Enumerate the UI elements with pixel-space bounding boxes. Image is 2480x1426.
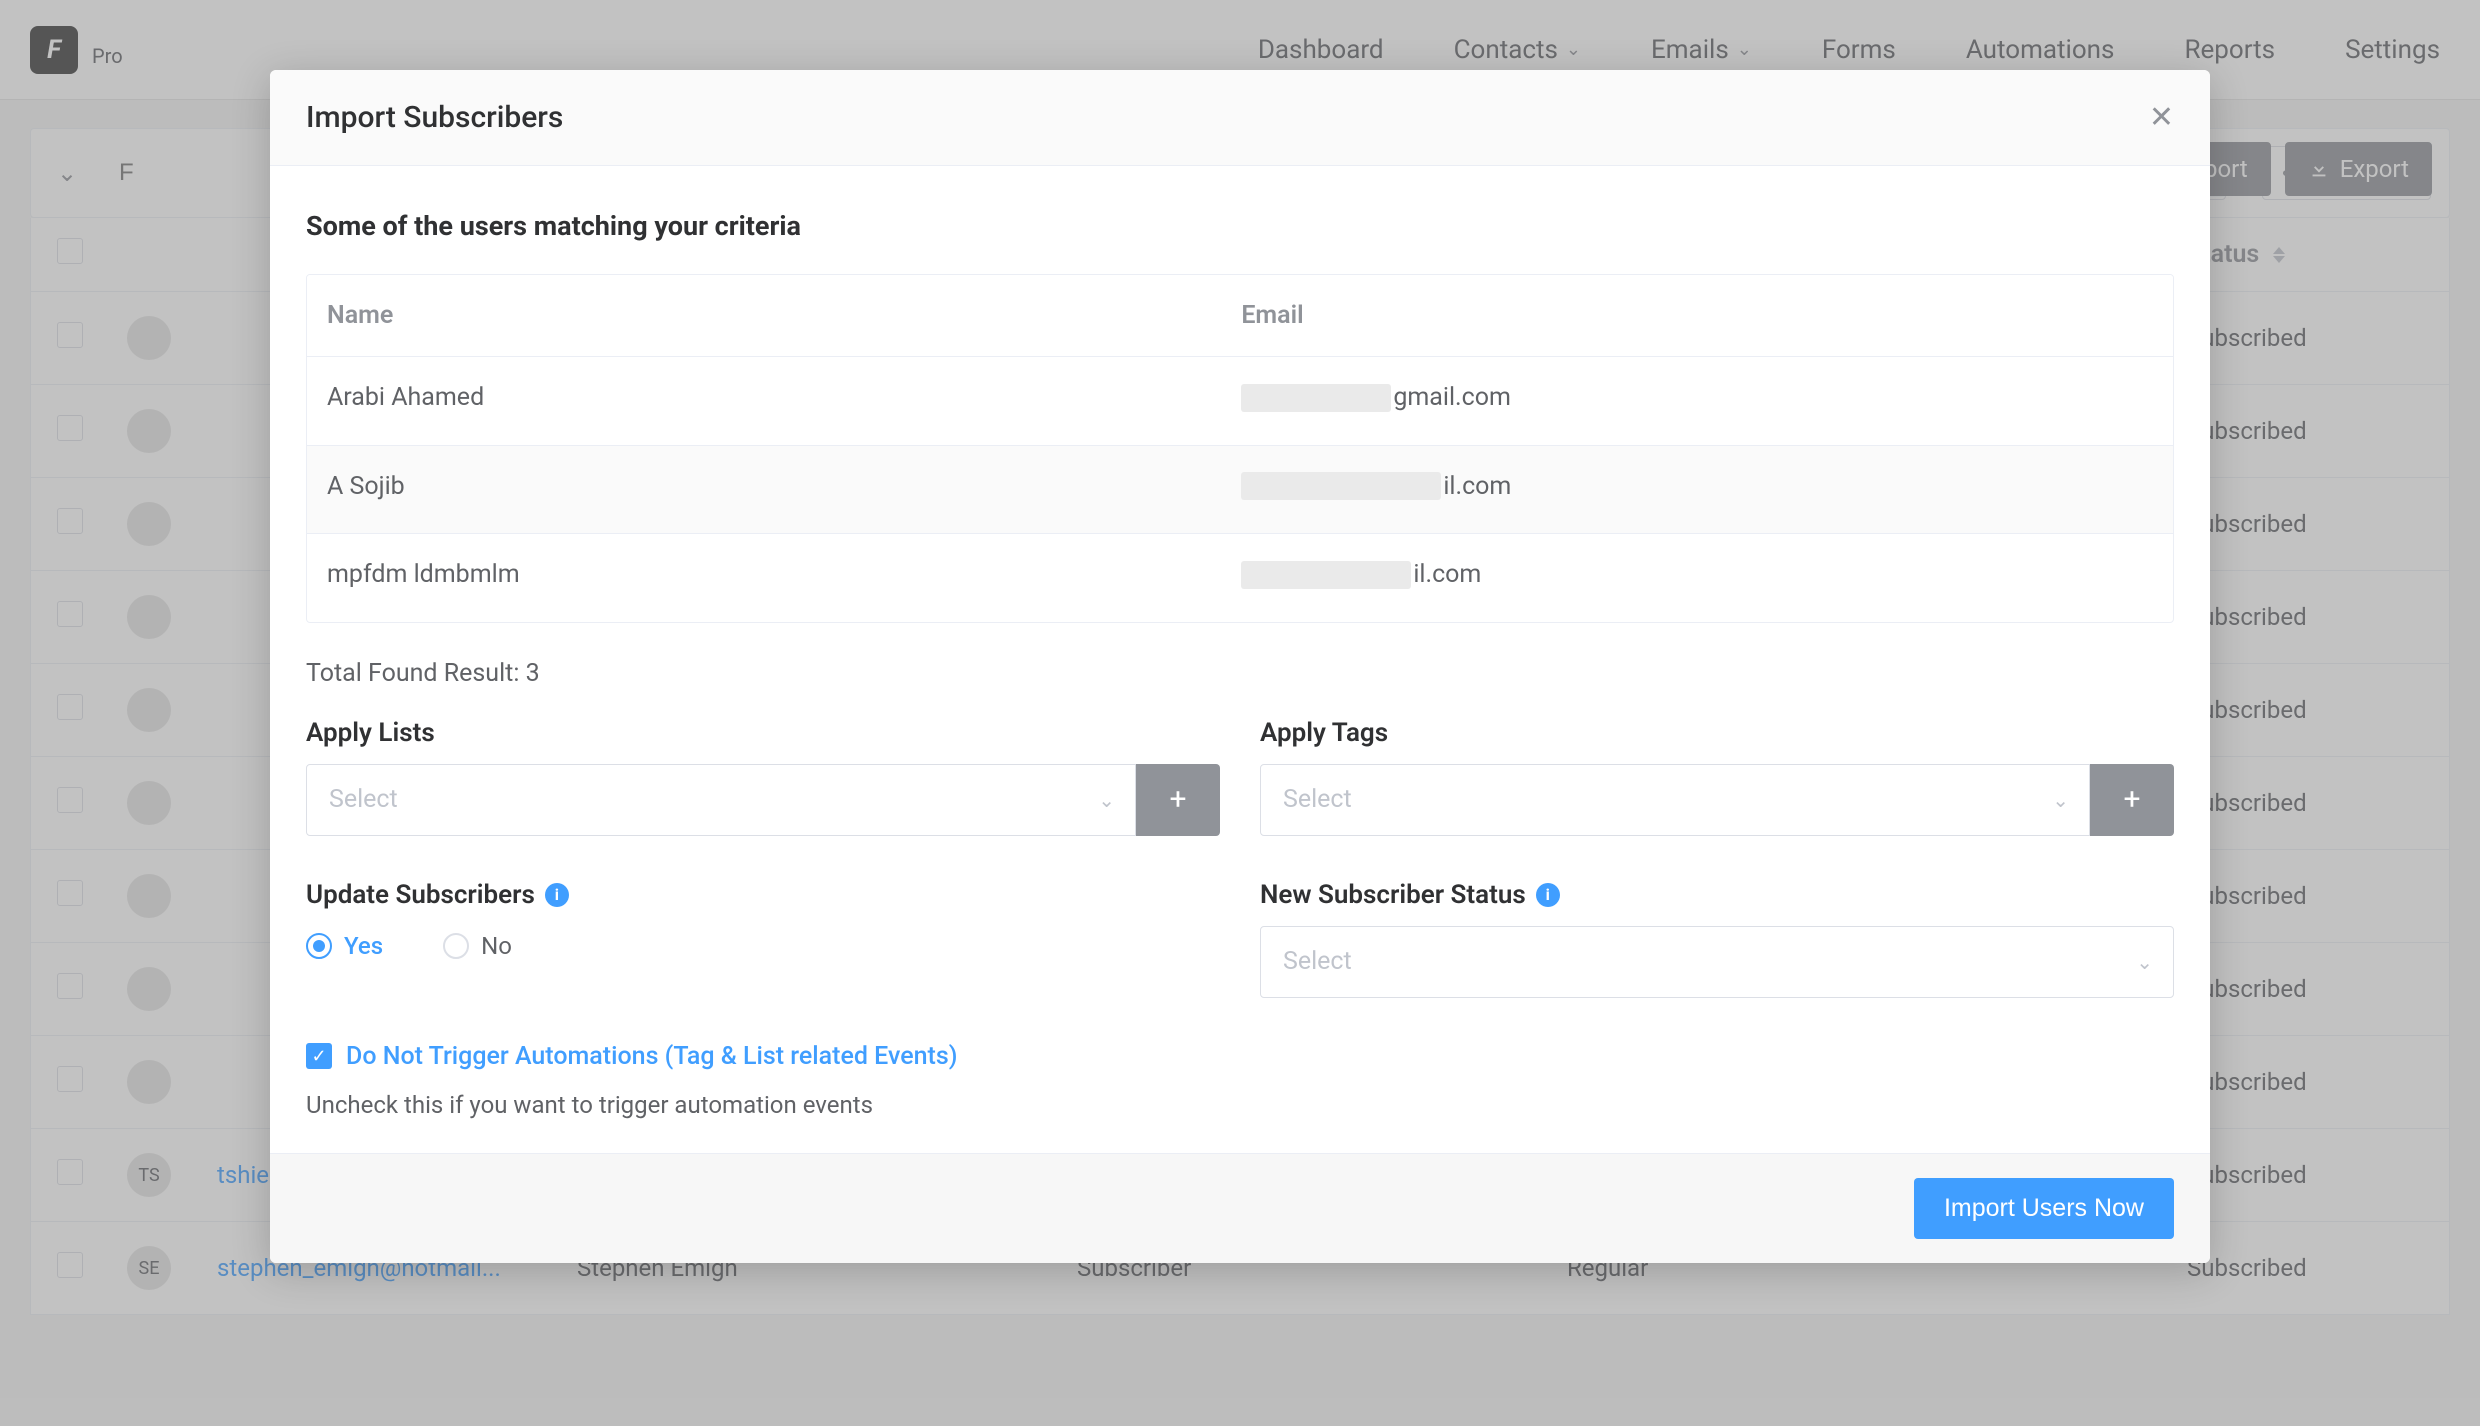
preview-table: Name Email Arabi Ahamedgmail.comA Sojibi…	[306, 274, 2174, 623]
preview-email: il.com	[1221, 446, 2173, 534]
preview-row: Arabi Ahamedgmail.com	[307, 357, 2173, 446]
chevron-down-icon: ⌄	[2136, 950, 2153, 974]
new-subscriber-status-label: New Subscriber Status i	[1260, 880, 2174, 910]
apply-lists-label: Apply Lists	[306, 718, 1220, 748]
info-icon[interactable]: i	[1536, 883, 1560, 907]
import-users-now-button[interactable]: Import Users Now	[1914, 1178, 2174, 1239]
modal-subheading: Some of the users matching your criteria	[306, 210, 2174, 242]
trigger-automations-label: Do Not Trigger Automations (Tag & List r…	[346, 1042, 957, 1071]
import-subscribers-modal: Import Subscribers ✕ Some of the users m…	[270, 70, 2210, 1263]
apply-tags-select[interactable]: Select ⌄	[1260, 764, 2090, 836]
apply-lists-select[interactable]: Select ⌄	[306, 764, 1136, 836]
new-subscriber-status-select[interactable]: Select ⌄	[1260, 926, 2174, 998]
chevron-down-icon: ⌄	[1098, 788, 1115, 812]
trigger-automations-checkbox[interactable]: ✓	[306, 1043, 332, 1069]
preview-email: gmail.com	[1221, 357, 2173, 445]
total-found: Total Found Result: 3	[306, 659, 2174, 688]
modal-footer: Import Users Now	[270, 1153, 2210, 1263]
modal-header: Import Subscribers ✕	[270, 70, 2210, 166]
apply-tags-label: Apply Tags	[1260, 718, 2174, 748]
preview-name: mpfdm ldmbmlm	[307, 534, 1221, 622]
update-subscribers-label: Update Subscribers i	[306, 880, 1220, 910]
update-no-radio[interactable]: No	[443, 932, 512, 960]
modal-overlay: Import Subscribers ✕ Some of the users m…	[0, 0, 2480, 1426]
add-tag-button[interactable]: +	[2090, 764, 2174, 836]
trigger-hint: Uncheck this if you want to trigger auto…	[306, 1091, 2174, 1119]
close-icon[interactable]: ✕	[2149, 103, 2174, 133]
col-email: Email	[1221, 275, 2173, 356]
chevron-down-icon: ⌄	[2052, 788, 2069, 812]
modal-title: Import Subscribers	[306, 100, 563, 135]
preview-row: A Sojibil.com	[307, 446, 2173, 535]
add-list-button[interactable]: +	[1136, 764, 1220, 836]
col-name: Name	[307, 275, 1221, 356]
preview-name: Arabi Ahamed	[307, 357, 1221, 445]
preview-name: A Sojib	[307, 446, 1221, 534]
info-icon[interactable]: i	[545, 883, 569, 907]
update-yes-radio[interactable]: Yes	[306, 932, 383, 960]
preview-email: il.com	[1221, 534, 2173, 622]
preview-row: mpfdm ldmbmlmil.com	[307, 534, 2173, 622]
